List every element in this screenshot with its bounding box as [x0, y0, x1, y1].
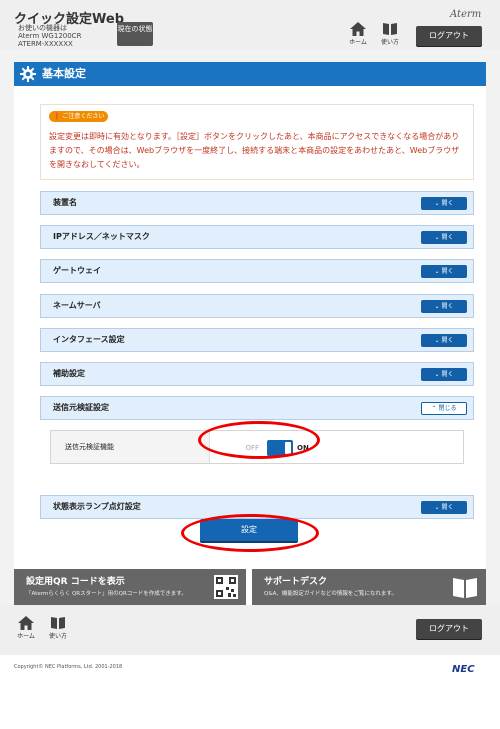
expand-label: 開く	[441, 268, 454, 275]
chevron-down-icon: ⌄	[434, 303, 440, 310]
footer-help-nav[interactable]: 使い方	[44, 616, 72, 642]
chevron-down-icon: ⌄	[434, 268, 440, 275]
section-label: ゲートウェイ	[53, 266, 101, 275]
section-device-name: 装置名 ⌄ 開く	[40, 191, 474, 215]
collapse-label: 閉じる	[438, 405, 457, 412]
chevron-down-icon: ⌄	[434, 234, 440, 241]
expand-label: 開く	[441, 504, 454, 511]
current-status-button[interactable]: 現在の状態	[117, 22, 153, 46]
section-label: 補助設定	[53, 369, 85, 378]
source-verification-label: 送信元検証機能	[51, 431, 210, 463]
expand-label: 開く	[441, 200, 454, 207]
expand-label: 開く	[441, 303, 454, 310]
expand-button[interactable]: ⌄ 開く	[421, 368, 467, 381]
settings-card: 基本設定 ❗ ご注意ください 設定変更は即時に有効となります。［設定］ボタンをク…	[14, 62, 486, 612]
help-nav[interactable]: 使い方	[376, 22, 404, 48]
section-label: 送信元検証設定	[53, 403, 109, 412]
expand-button[interactable]: ⌄ 開く	[421, 197, 467, 210]
header: クイック設定Web お使いの機器は Aterm WG1200CR ATERM-X…	[0, 0, 500, 50]
chevron-down-icon: ⌄	[434, 371, 440, 378]
section-ip-netmask: IPアドレス／ネットマスク ⌄ 開く	[40, 225, 474, 249]
home-icon	[350, 22, 366, 36]
page-title: 基本設定	[42, 67, 86, 80]
notice-badge-label: ご注意ください	[62, 113, 105, 120]
section-label: 装置名	[53, 198, 77, 207]
home-icon	[18, 616, 34, 630]
expand-label: 開く	[441, 337, 454, 344]
chevron-down-icon: ⌄	[434, 504, 440, 511]
main-area: 基本設定 ❗ ご注意ください 設定変更は即時に有効となります。［設定］ボタンをク…	[0, 50, 500, 612]
expand-button[interactable]: ⌄ 開く	[421, 265, 467, 278]
footer-home-nav[interactable]: ホーム	[12, 616, 40, 642]
section-label: IPアドレス／ネットマスク	[53, 232, 150, 241]
device-id: ATERM-XXXXXX	[18, 40, 73, 48]
page-title-bar: 基本設定	[14, 62, 486, 86]
book-icon	[453, 578, 477, 598]
expand-button[interactable]: ⌄ 開く	[421, 231, 467, 244]
home-label: ホーム	[349, 39, 367, 46]
section-name-server: ネームサーバ ⌄ 開く	[40, 294, 474, 318]
support-title: サポートデスク	[264, 577, 328, 587]
notice-badge: ❗ ご注意ください	[49, 111, 109, 122]
copyright: Copyright© NEC Platforms, Ltd. 2001-2018	[14, 664, 123, 670]
footer-logout-button[interactable]: ログアウト	[416, 619, 482, 639]
expand-button[interactable]: ⌄ 開く	[421, 501, 467, 514]
highlight-ring-submit	[181, 514, 319, 552]
footer-help-label: 使い方	[48, 633, 67, 640]
expand-button[interactable]: ⌄ 開く	[421, 334, 467, 347]
help-label: 使い方	[380, 39, 399, 46]
collapse-button[interactable]: ⌃ 閉じる	[421, 402, 467, 415]
notice-box: ❗ ご注意ください 設定変更は即時に有効となります。［設定］ボタンをクリックした…	[40, 104, 474, 180]
qr-code-icon	[214, 575, 238, 599]
section-interface: インタフェース設定 ⌄ 開く	[40, 328, 474, 352]
brand-logo: Aterm	[450, 9, 482, 20]
highlight-ring-switch	[198, 421, 320, 459]
section-gateway: ゲートウェイ ⌄ 開く	[40, 259, 474, 283]
section-source-verification: 送信元検証設定 ⌃ 閉じる	[40, 396, 474, 420]
gear-icon	[20, 66, 36, 82]
book-icon	[383, 23, 397, 35]
expand-button[interactable]: ⌄ 開く	[421, 300, 467, 313]
footer-home-label: ホーム	[17, 633, 35, 640]
qr-code-panel[interactable]: 設定用QR コードを表示 「Atermらくらく QRスタート」用のQRコードを作…	[14, 569, 246, 605]
expand-label: 開く	[441, 371, 454, 378]
book-icon	[51, 617, 65, 629]
footer: ホーム 使い方 ログアウト	[0, 605, 500, 655]
chevron-up-icon: ⌃	[431, 405, 437, 412]
expand-label: 開く	[441, 234, 454, 241]
section-auxiliary: 補助設定 ⌄ 開く	[40, 362, 474, 386]
device-model: Aterm WG1200CR	[18, 32, 82, 40]
logout-button[interactable]: ログアウト	[416, 26, 482, 46]
device-caption: お使いの機器は	[18, 24, 67, 32]
device-info: お使いの機器は Aterm WG1200CR ATERM-XXXXXX	[18, 24, 81, 48]
support-desc: Q&A、機能設定ガイドなどの情報をご覧になれます。	[264, 591, 397, 597]
chevron-down-icon: ⌄	[434, 337, 440, 344]
notice-text: 設定変更は即時に有効となります。［設定］ボタンをクリックしたあと、本商品にアクセ…	[49, 132, 460, 169]
support-desk-panel[interactable]: サポートデスク Q&A、機能設定ガイドなどの情報をご覧になれます。	[252, 569, 486, 605]
nec-logo: NEC	[452, 664, 475, 675]
chevron-down-icon: ⌄	[434, 200, 440, 207]
warning-icon: ❗	[53, 113, 61, 120]
qr-desc: 「Atermらくらく QRスタート」用のQRコードを作成できます。	[26, 591, 187, 597]
section-label: 状態表示ランプ点灯設定	[53, 502, 141, 511]
section-label: インタフェース設定	[53, 335, 125, 344]
qr-title: 設定用QR コードを表示	[26, 577, 125, 587]
section-label: ネームサーバ	[53, 301, 101, 310]
home-nav[interactable]: ホーム	[344, 22, 372, 48]
